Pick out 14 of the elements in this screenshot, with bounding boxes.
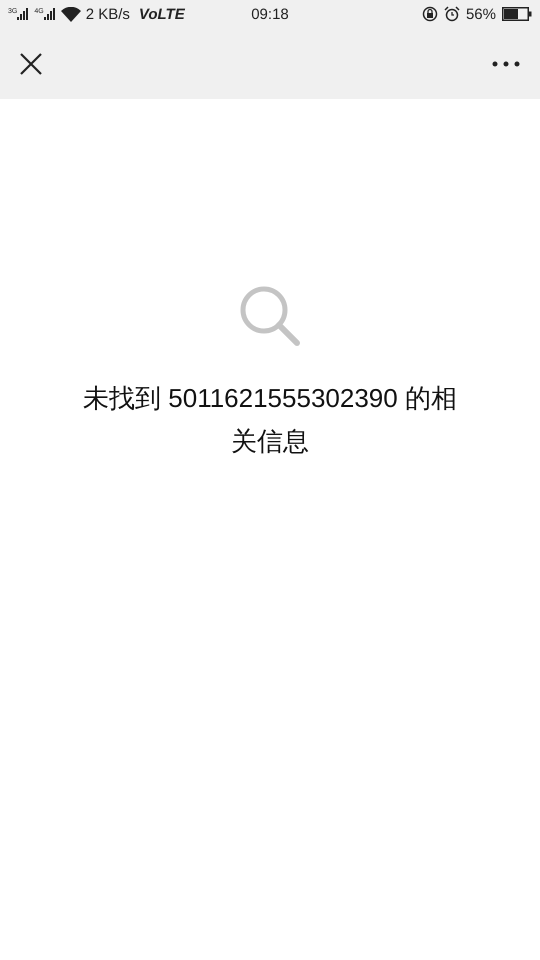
network-speed: 2 KB/s xyxy=(86,6,130,22)
more-icon xyxy=(492,60,520,66)
battery-percent: 56% xyxy=(466,6,496,22)
wifi-icon xyxy=(60,6,81,22)
close-icon xyxy=(20,52,42,74)
signal-icon xyxy=(17,8,30,20)
alarm-icon xyxy=(444,6,460,22)
rotation-lock-icon xyxy=(422,6,438,22)
clock-time: 09:18 xyxy=(251,6,289,22)
not-found-message: 未找到 5011621555302390 的相 关信息 xyxy=(83,382,457,458)
battery-icon xyxy=(502,7,532,21)
signal-icon xyxy=(44,8,56,20)
search-icon xyxy=(239,285,301,347)
volte-label: VoLTE xyxy=(138,6,185,22)
